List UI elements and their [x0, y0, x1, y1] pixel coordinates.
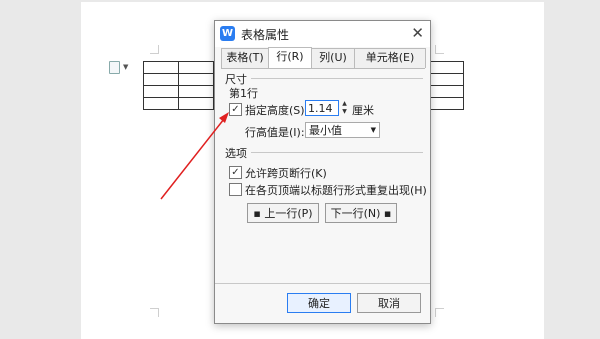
annotation-arrow: [160, 112, 229, 200]
arrow-shaft: [160, 118, 225, 200]
arrow-head: [219, 112, 229, 123]
